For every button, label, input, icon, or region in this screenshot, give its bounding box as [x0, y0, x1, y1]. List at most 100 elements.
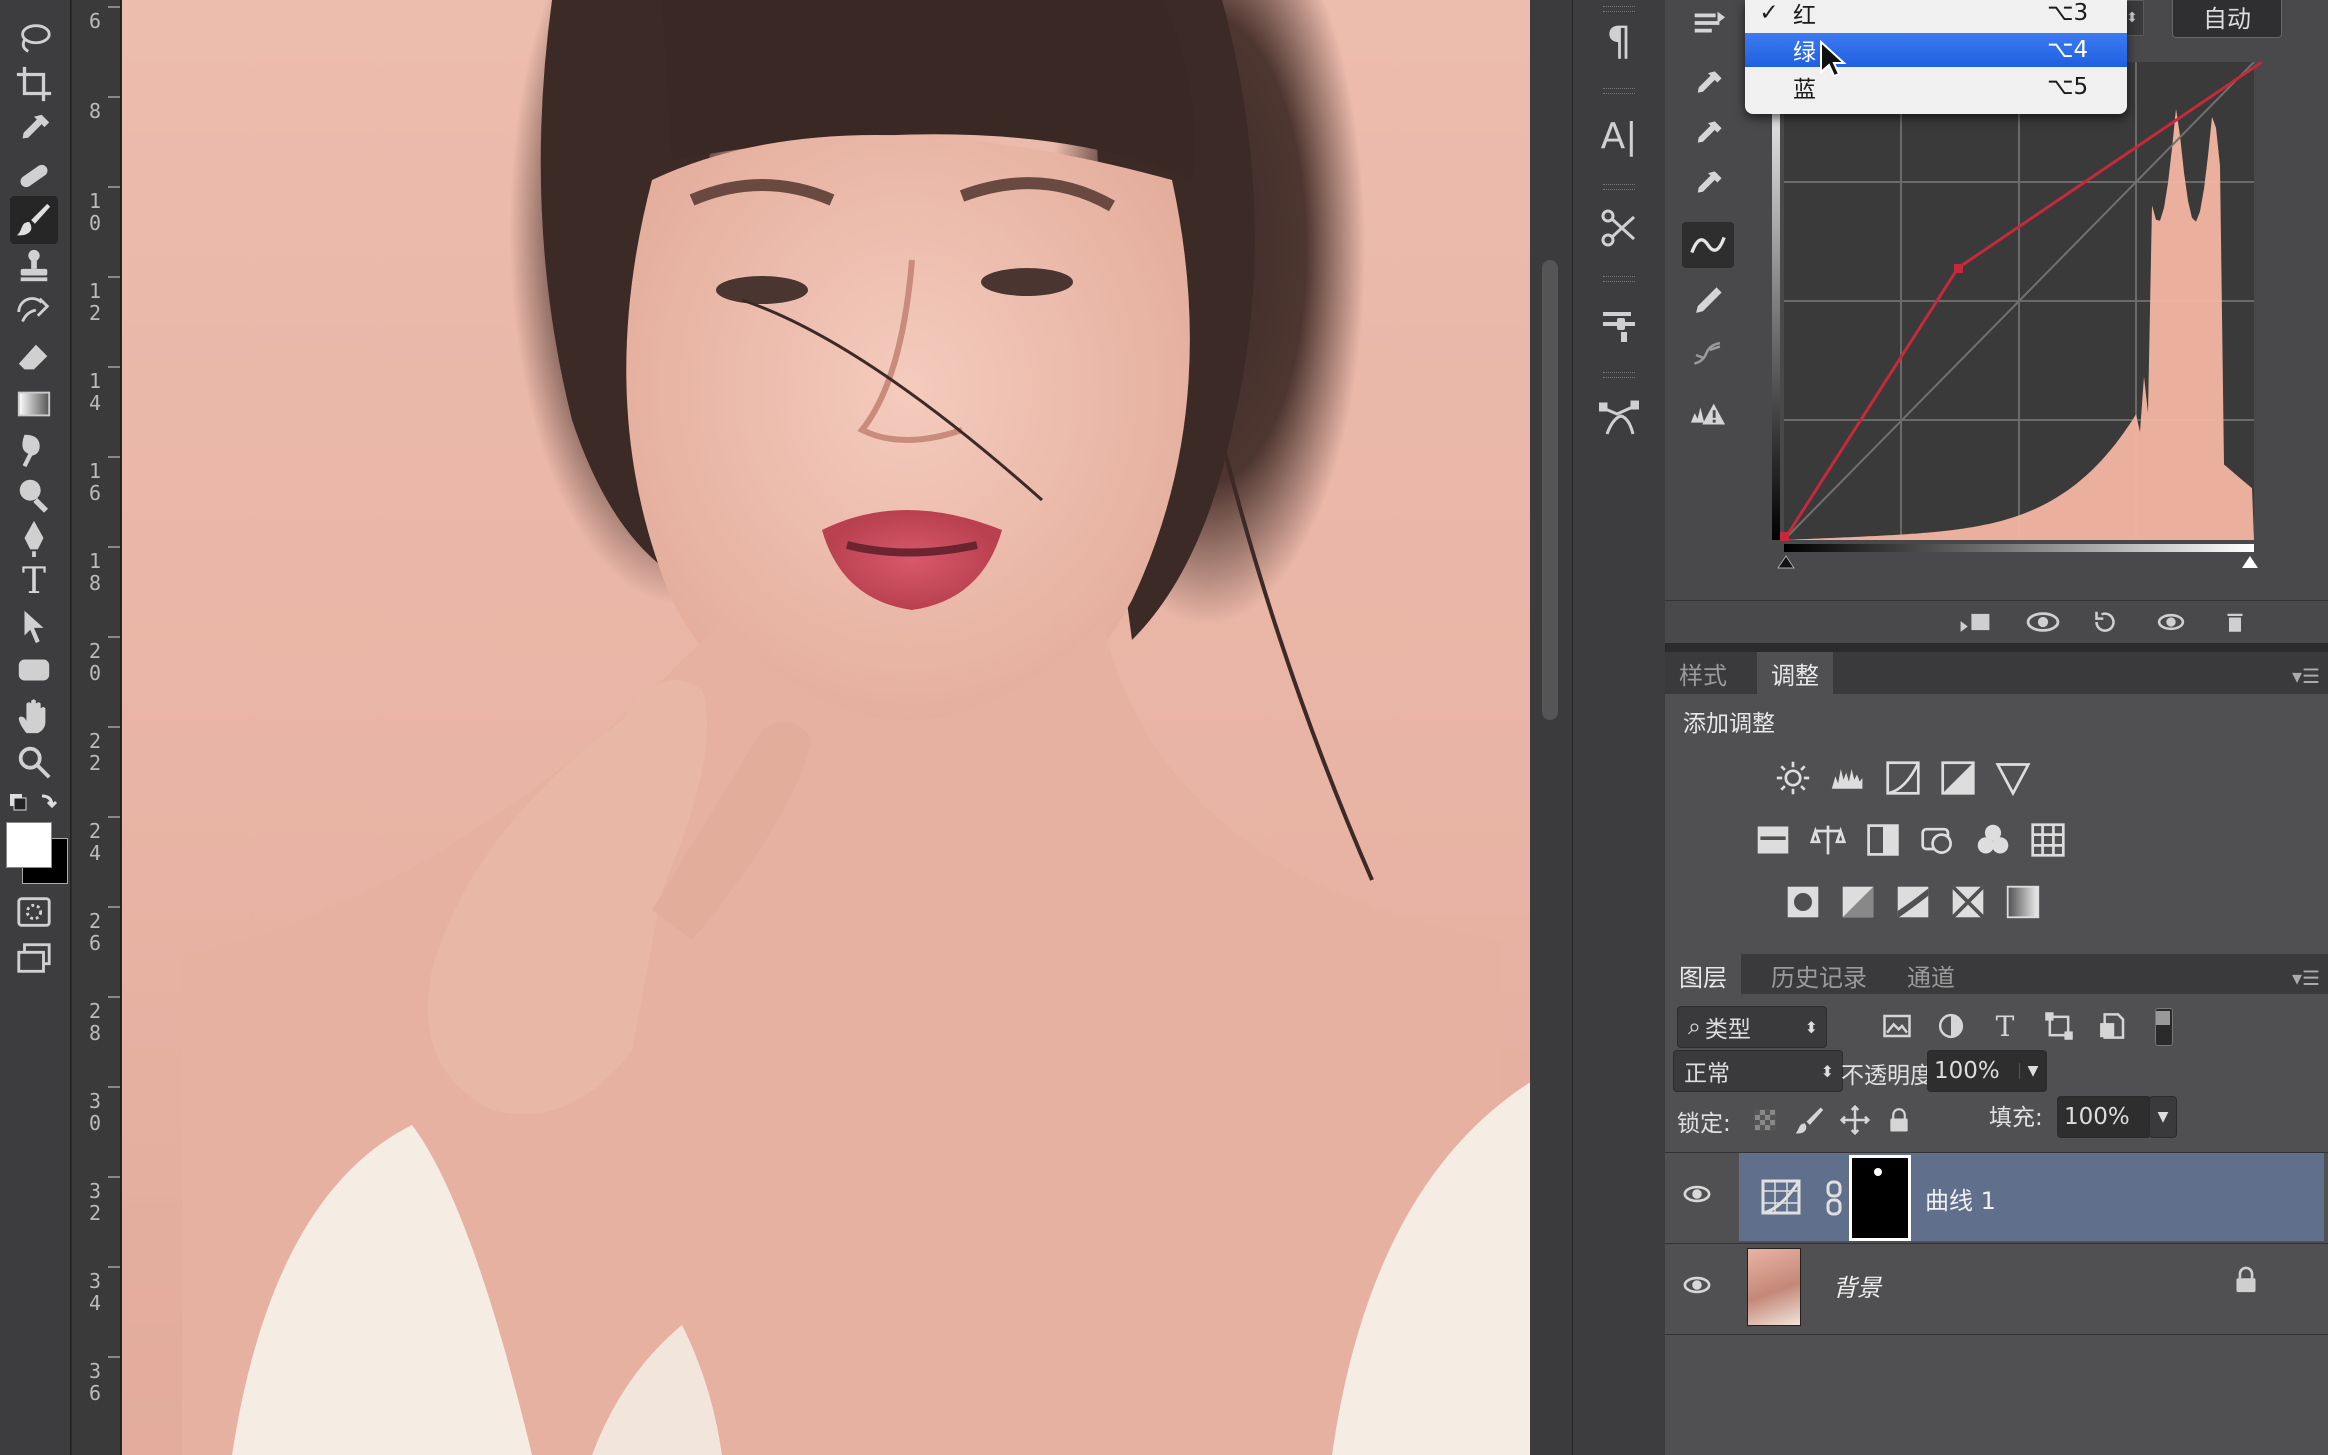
menu-item-red[interactable]: ✓ 红 ⌥3	[1745, 0, 2127, 30]
visibility-eye-icon[interactable]	[1679, 1272, 1719, 1302]
filter-adjustment-icon[interactable]	[1933, 1008, 1969, 1044]
curve-points-icon[interactable]	[1682, 222, 1734, 268]
invert-icon[interactable]	[1783, 882, 1823, 922]
path-selection-icon[interactable]	[10, 602, 58, 650]
panel-grip[interactable]	[1603, 88, 1635, 94]
on-image-adjust-icon[interactable]	[1682, 0, 1734, 46]
curves-graph[interactable]	[1772, 60, 2263, 569]
lock-position-icon[interactable]	[1837, 1102, 1873, 1138]
type-icon[interactable]: T	[10, 558, 58, 606]
eraser-icon[interactable]	[10, 334, 58, 382]
filter-toggle[interactable]	[2155, 1008, 2173, 1046]
color-balance-icon[interactable]	[1808, 820, 1848, 860]
menu-item-blue[interactable]: 蓝 ⌥5	[1745, 70, 2127, 104]
pen-icon[interactable]	[10, 514, 58, 562]
selective-color-icon[interactable]	[1948, 882, 1988, 922]
opacity-input[interactable]: 100% ▼	[1927, 1050, 2047, 1092]
channel-dropdown-menu[interactable]: ✓ 红 ⌥3 绿 ⌥4 蓝 ⌥5	[1745, 0, 2127, 114]
pencil-draw-icon[interactable]	[1682, 278, 1734, 324]
panel-grip[interactable]	[1603, 276, 1635, 282]
rectangle-icon[interactable]	[10, 646, 58, 694]
panel-grip[interactable]	[1603, 372, 1635, 378]
paths-icon[interactable]	[1591, 390, 1647, 446]
history-brush-icon[interactable]	[10, 288, 58, 336]
zoom-icon[interactable]	[10, 738, 58, 786]
threshold-icon[interactable]	[1893, 882, 1933, 922]
exposure-icon[interactable]	[1938, 758, 1978, 798]
toggle-visibility-icon[interactable]	[2151, 605, 2191, 639]
curve-point[interactable]	[1954, 264, 1963, 273]
brush-presets-icon[interactable]	[1591, 296, 1647, 352]
curves-adjust-icon[interactable]	[1883, 758, 1923, 798]
screen-mode-icon[interactable]	[10, 934, 58, 982]
foreground-color-swatch[interactable]	[6, 822, 52, 868]
clip-to-layer-icon[interactable]	[1955, 605, 1995, 639]
hand-icon[interactable]	[10, 692, 58, 740]
canvas-scrollbar[interactable]	[1530, 0, 1572, 1455]
paragraph-icon[interactable]: ¶	[1591, 14, 1647, 70]
reset-icon[interactable]	[2085, 605, 2125, 639]
filter-type-icon[interactable]: T	[1987, 1008, 2023, 1044]
trash-icon[interactable]	[2215, 605, 2255, 639]
tool-presets-icon[interactable]	[1591, 200, 1647, 256]
layer-row-background[interactable]: 背景	[1665, 1244, 2328, 1335]
tab-styles[interactable]: 样式	[1665, 652, 1741, 694]
dropdown-arrow-icon[interactable]: ▼	[2019, 1063, 2046, 1079]
eyedropper-icon[interactable]	[10, 106, 58, 154]
fill-input[interactable]: 100%	[2057, 1096, 2151, 1138]
menu-item-green[interactable]: 绿 ⌥4	[1745, 33, 2127, 67]
scroll-thumb[interactable]	[1542, 260, 1558, 720]
quick-mask-icon[interactable]	[10, 888, 58, 936]
healing-brush-icon[interactable]	[10, 152, 58, 200]
gray-point-eyedropper-icon[interactable]	[1682, 112, 1734, 158]
photo-filter-icon[interactable]	[1918, 820, 1958, 860]
gradient-icon[interactable]	[10, 380, 58, 428]
fill-dropdown-arrow-icon[interactable]: ▼	[2149, 1096, 2177, 1138]
lock-all-icon[interactable]	[1881, 1102, 1917, 1138]
view-previous-state-icon[interactable]	[2023, 605, 2063, 639]
black-white-icon[interactable]	[1863, 820, 1903, 860]
layer-name[interactable]: 曲线 1	[1925, 1181, 1996, 1216]
document-canvas[interactable]	[122, 0, 1530, 1455]
lasso-icon[interactable]	[10, 14, 58, 62]
white-point-eyedropper-icon[interactable]	[1682, 162, 1734, 208]
black-input-slider[interactable]	[1777, 555, 1795, 569]
tab-adjustments[interactable]: 调整	[1757, 652, 1833, 694]
default-colors-icon[interactable]	[8, 790, 60, 818]
white-input-slider[interactable]	[2242, 556, 2258, 568]
lock-transparent-pixels-icon[interactable]	[1747, 1102, 1783, 1138]
gradient-map-icon[interactable]	[2003, 882, 2043, 922]
auto-button[interactable]: 自动	[2172, 0, 2282, 38]
levels-icon[interactable]	[1828, 758, 1868, 798]
layer-mask-thumbnail[interactable]	[1849, 1155, 1911, 1241]
tab-history[interactable]: 历史记录	[1757, 954, 1881, 996]
clone-stamp-icon[interactable]	[10, 242, 58, 290]
layer-name[interactable]: 背景	[1833, 1268, 1881, 1303]
layer-filter-select[interactable]: ⌕ 类型 ⬍	[1677, 1006, 1827, 1048]
hue-saturation-icon[interactable]	[1753, 820, 1793, 860]
tab-channels[interactable]: 通道	[1893, 954, 1969, 996]
curve-point[interactable]	[1780, 532, 1789, 541]
lock-image-pixels-icon[interactable]	[1791, 1102, 1827, 1138]
channel-mixer-icon[interactable]	[1973, 820, 2013, 860]
clipping-warning-icon[interactable]	[1682, 392, 1734, 438]
crop-icon[interactable]	[10, 60, 58, 108]
filter-pixel-icon[interactable]	[1879, 1008, 1915, 1044]
link-chain-icon[interactable]	[1825, 1179, 1843, 1217]
panel-menu-icon[interactable]: ▾☰	[2292, 966, 2320, 990]
smooth-curve-icon[interactable]	[1682, 332, 1734, 378]
tab-layers[interactable]: 图层	[1665, 954, 1741, 996]
dodge-icon[interactable]	[10, 470, 58, 518]
visibility-eye-icon[interactable]	[1679, 1181, 1719, 1211]
vibrance-icon[interactable]	[1993, 758, 2033, 798]
posterize-icon[interactable]	[1838, 882, 1878, 922]
black-point-eyedropper-icon[interactable]	[1682, 62, 1734, 108]
brightness-contrast-icon[interactable]	[1773, 758, 1813, 798]
color-lookup-icon[interactable]	[2028, 820, 2068, 860]
smudge-icon[interactable]	[10, 426, 58, 474]
panel-grip[interactable]	[1603, 184, 1635, 190]
character-icon[interactable]: A|	[1591, 108, 1647, 164]
panel-grip[interactable]	[1603, 6, 1635, 12]
filter-shape-icon[interactable]	[2041, 1008, 2077, 1044]
blend-mode-select[interactable]: 正常 ⬍	[1673, 1050, 1843, 1092]
